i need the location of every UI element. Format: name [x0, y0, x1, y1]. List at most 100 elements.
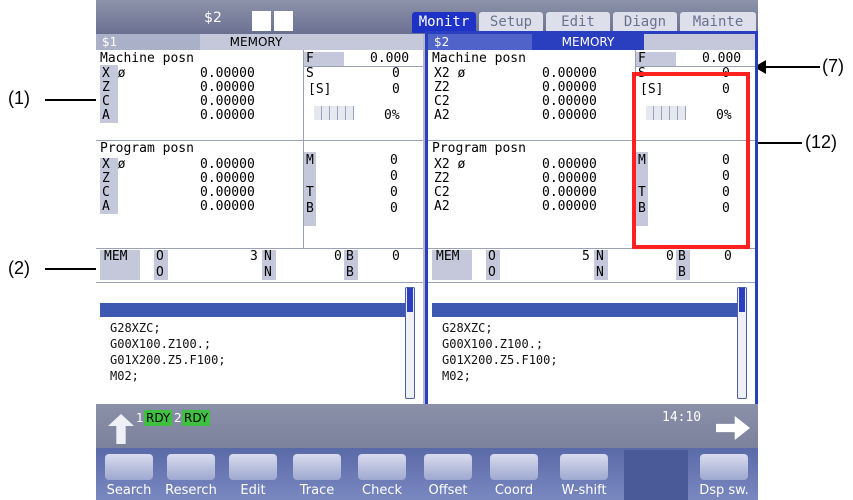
- scrollbar-thumb[interactable]: [739, 288, 745, 312]
- n-label-2: N: [596, 265, 604, 280]
- f-value: 0.000: [702, 51, 742, 66]
- trace-button[interactable]: Trace: [286, 450, 348, 500]
- sys1-ready-badge: RDY: [144, 410, 173, 426]
- header-indicator-2: [274, 11, 293, 31]
- program-axis-value: 0.00000: [200, 171, 255, 186]
- spindle-load-percent: 0%: [384, 108, 400, 123]
- mem-mode: MEM: [436, 249, 460, 264]
- dsp-sw-label: Dsp sw.: [699, 483, 749, 498]
- reserch-button[interactable]: Reserch: [160, 450, 222, 500]
- header-system-label: $2: [204, 10, 222, 26]
- current-block-highlight: [432, 303, 738, 317]
- machine-axis-name: A: [102, 108, 110, 123]
- program-buffer[interactable]: G28XZC; G00X100.Z100.; G01X200.Z5.F100; …: [96, 282, 423, 404]
- panel-mode: MEMORY: [532, 34, 644, 50]
- program-axis-name: Z: [102, 171, 110, 186]
- dsp-sw-button[interactable]: Dsp sw.: [692, 450, 756, 500]
- trace-icon: [293, 454, 341, 480]
- program-axis-value: 0.00000: [542, 199, 597, 214]
- machine-axis-name: A2: [434, 108, 450, 123]
- program-line: G00X100.Z100.;: [442, 337, 544, 351]
- workpiece-shift-icon: [560, 454, 608, 480]
- n-value: 0: [334, 249, 342, 264]
- machine-axis-value: 0.00000: [200, 80, 255, 95]
- spindle-load-meter: [314, 106, 354, 120]
- current-block-highlight: [100, 303, 406, 317]
- blank-softkey[interactable]: [624, 450, 688, 500]
- program-axis-name: A2: [434, 199, 450, 214]
- system1-panel[interactable]: $1 MEMORY Machine posn X ø 0.00000 Z 0.0…: [96, 34, 423, 404]
- f-label: F: [306, 51, 314, 66]
- o-label: O: [156, 249, 164, 264]
- coordinate-icon: [490, 454, 538, 480]
- o-label-2: O: [156, 265, 164, 280]
- check-icon: [358, 454, 406, 480]
- callout-12: (12): [805, 132, 838, 152]
- program-axis-name: A: [102, 199, 110, 214]
- tab-mainte[interactable]: Mainte: [680, 12, 756, 33]
- f-value-label: F: [638, 51, 646, 66]
- search-button[interactable]: Search: [98, 450, 160, 500]
- program-number-row: MEM O 5 N 0 B 0 O N B: [428, 248, 755, 282]
- trace-label: Trace: [299, 483, 335, 498]
- machine-axis-name: Z: [102, 80, 110, 95]
- edit-label: Edit: [240, 483, 266, 498]
- search-icon: [105, 454, 153, 480]
- machine-axis-value: 0.00000: [542, 108, 597, 123]
- program-number-row: MEM O 3 N 0 B 0 O N B: [96, 248, 423, 282]
- panel-header: $2 MEMORY: [428, 34, 755, 50]
- back-arrow-icon[interactable]: [108, 414, 134, 444]
- callout-7: (7): [822, 56, 844, 76]
- program-scrollbar[interactable]: [405, 287, 415, 399]
- next-menu-arrow-icon[interactable]: [716, 416, 750, 440]
- tab-setup[interactable]: Setup: [479, 12, 543, 33]
- edit-button[interactable]: Edit: [222, 450, 284, 500]
- scrollbar-thumb[interactable]: [407, 288, 413, 312]
- search-label: Search: [106, 483, 152, 498]
- tab-monitr[interactable]: Monitr: [412, 12, 476, 33]
- machine-posn-title: Machine posn: [432, 51, 526, 66]
- program-axis-value: 0.00000: [542, 157, 597, 172]
- o-label-2: O: [488, 265, 496, 280]
- machine-axis-name: X2 ø: [434, 66, 466, 81]
- clock: 14:10: [662, 410, 702, 425]
- callout-7-arrow: [754, 60, 820, 74]
- check-button[interactable]: Check: [350, 450, 414, 500]
- w-shift-button[interactable]: W-shift: [548, 450, 620, 500]
- b-value: 0: [724, 249, 732, 264]
- b-label-2: B: [678, 265, 686, 280]
- header-bar: $2 Monitr Setup Edit Diagn Mainte: [96, 0, 758, 34]
- coord-button[interactable]: Coord: [482, 450, 546, 500]
- program-line: G01X200.Z5.F100;: [442, 353, 558, 367]
- machine-axis-name: X ø: [102, 66, 126, 81]
- display-switch-icon: [700, 454, 748, 480]
- o-value: 3: [250, 249, 258, 264]
- sys2-number: 2: [174, 411, 182, 425]
- program-buffer[interactable]: G28XZC; G00X100.Z100.; G01X200.Z5.F100; …: [428, 282, 755, 404]
- t-value: 0: [390, 185, 398, 200]
- program-line: G28XZC;: [110, 321, 161, 335]
- b-label: B: [306, 201, 314, 216]
- n-label-2: N: [264, 265, 272, 280]
- program-axis-name: Z2: [434, 171, 450, 186]
- sys1-number: 1: [136, 411, 144, 425]
- mem-divider: [96, 248, 423, 249]
- sys2-ready-badge: RDY: [182, 410, 211, 426]
- mem-mode: MEM: [104, 249, 128, 264]
- program-posn-title: Program posn: [100, 141, 194, 156]
- machine-axis-name: C: [102, 94, 110, 109]
- program-axis-name: C: [102, 185, 110, 200]
- status-bar: 1 RDY 2 RDY 14:10: [96, 404, 758, 448]
- f-value: 0.000: [370, 51, 410, 66]
- n-label: N: [264, 249, 272, 264]
- offset-button[interactable]: Offset: [416, 450, 480, 500]
- offset-label: Offset: [428, 483, 468, 498]
- machine-axis-value: 0.00000: [200, 108, 255, 123]
- program-scrollbar[interactable]: [737, 287, 747, 399]
- m-label: M: [306, 153, 314, 168]
- tab-edit[interactable]: Edit: [546, 12, 610, 33]
- o-label: O: [488, 249, 496, 264]
- tab-diagn[interactable]: Diagn: [613, 12, 677, 33]
- callout-1: (1): [8, 88, 30, 108]
- header-indicator-1: [252, 11, 271, 31]
